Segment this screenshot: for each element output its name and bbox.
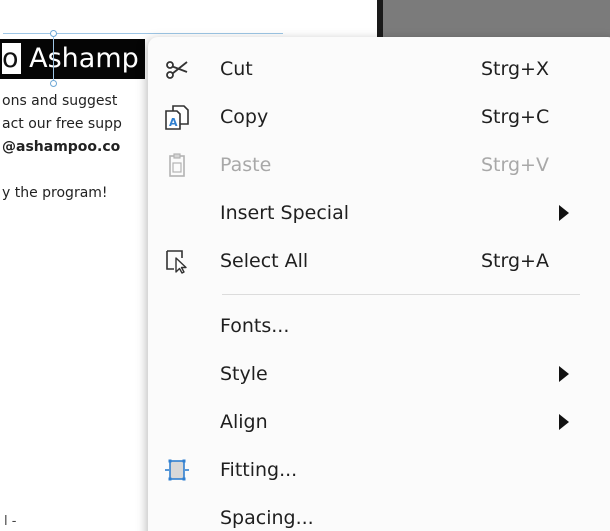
selection-guide [53,33,54,85]
menu-item-label: Fonts... [220,315,290,337]
selection-handle-top[interactable] [50,30,57,37]
screen: o Ashamp ons and suggest act our free su… [0,0,610,531]
body-text-fragment: l - [4,514,17,529]
menu-item-label: Align [220,411,268,433]
body-text-line-1: ons and suggest [2,93,118,109]
menu-item-paste[interactable]: Paste Strg+V [148,141,588,189]
paste-icon [164,152,190,178]
menu-item-label: Style [220,363,268,385]
fitting-icon [164,457,190,483]
menu-item-fitting[interactable]: Fitting... [148,446,588,494]
menu-item-label: Fitting... [220,459,298,481]
body-text-line-4: y the program! [2,185,108,201]
selection-handle-bottom[interactable] [50,80,57,87]
menu-item-fonts[interactable]: Fonts... [148,302,588,350]
submenu-arrow-icon [559,366,569,382]
menu-item-label: Cut [220,58,253,80]
menu-item-label: Insert Special [220,202,349,224]
menu-item-label: Spacing... [220,507,314,529]
menu-item-shortcut: Strg+X [481,58,549,80]
menu-item-label: Select All [220,250,309,272]
menu-separator [222,294,580,295]
menu-item-select-all[interactable]: Select All Strg+A [148,237,588,285]
menu-item-spacing[interactable]: Spacing... [148,494,588,531]
menu-item-copy[interactable]: A Copy Strg+C [148,93,588,141]
svg-text:A: A [169,116,178,129]
copy-icon: A [164,104,190,130]
menu-item-label: Paste [220,154,272,176]
menu-item-shortcut: Strg+C [481,106,550,128]
body-text-line-2: act our free supp [2,116,122,132]
context-menu: Cut Strg+X A Copy Strg+C Paste Strg+V In… [148,37,610,531]
menu-item-align[interactable]: Align [148,398,588,446]
menu-item-style[interactable]: Style [148,350,588,398]
submenu-arrow-icon [559,414,569,430]
body-text-line-3: @ashampoo.co [2,139,121,155]
menu-item-insert-special[interactable]: Insert Special [148,189,588,237]
menu-item-shortcut: Strg+A [481,250,549,272]
menu-item-shortcut: Strg+V [481,154,549,176]
select-all-icon [164,248,190,274]
menu-item-cut[interactable]: Cut Strg+X [148,45,588,93]
scissors-icon [164,56,190,82]
menu-item-label: Copy [220,106,269,128]
submenu-arrow-icon [559,205,569,221]
